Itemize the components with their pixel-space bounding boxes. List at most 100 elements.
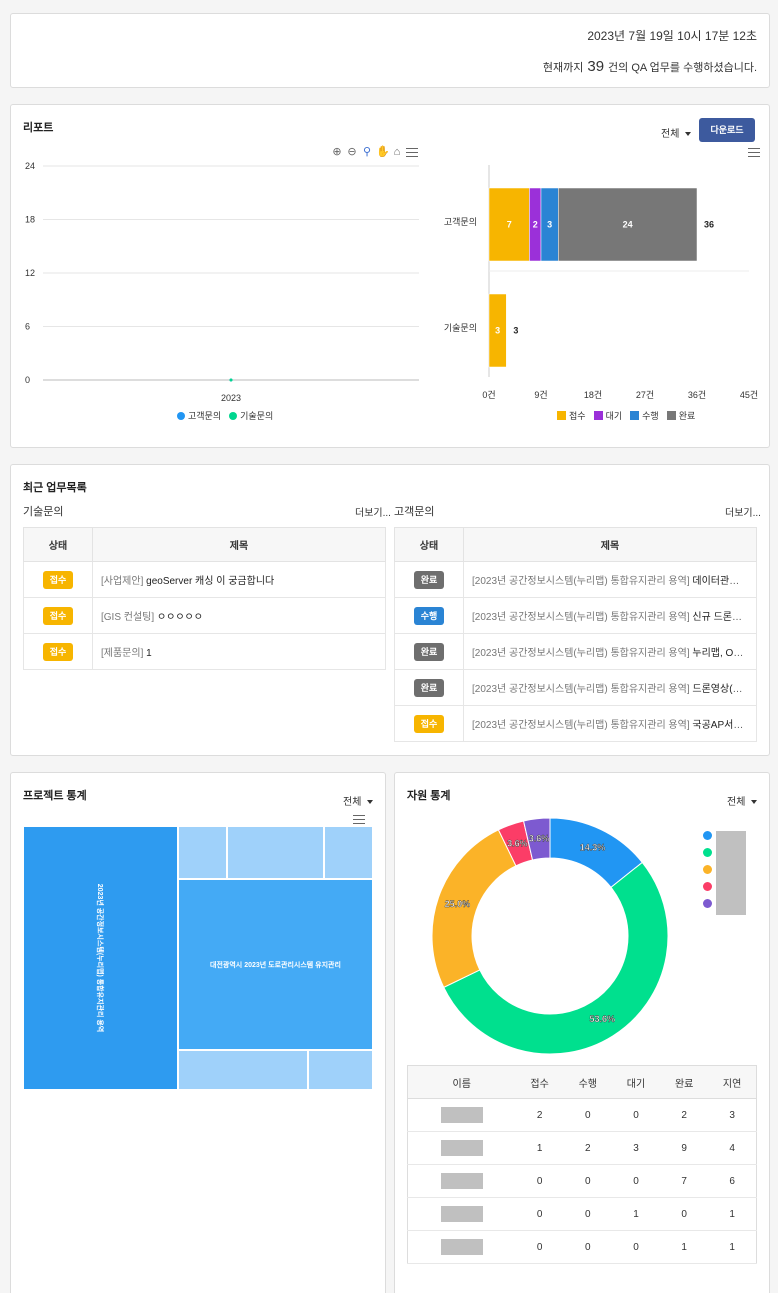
title-cell[interactable]: [사업제안] geoServer 캐싱 이 궁금합니다 [92,561,386,598]
summary-prefix: 현재까지 [542,62,584,74]
count-cell: 0 [660,1197,709,1231]
treemap-second-label: 대전광역시 2023년 도로관리시스템 유지관리 [210,961,341,969]
project-filter-select[interactable]: 전체 [343,793,374,808]
legend-item-waiting[interactable]: 대기 [593,409,622,422]
category-tag: [2023년 공간정보시스템(누리맵) 통합유지관리 용역] [472,576,690,587]
treemap-cell[interactable] [308,1050,373,1090]
recent-title: 최근 업무목록 [23,482,87,494]
legend-label: 수행 [642,411,659,421]
report-filter-select[interactable]: 전체 [661,125,692,140]
legend-dot[interactable] [703,882,712,891]
customer-more-link[interactable]: 더보기... [725,504,761,519]
redacted-name [440,1140,483,1156]
donut-slice-label: 14.3% [580,843,606,853]
legend-dot[interactable] [703,899,712,908]
count-cell: 2 [515,1098,564,1132]
report-filter-value: 전체 [661,129,680,140]
customer-inquiry-title: 고객문의 [394,506,435,518]
recent-tasks-card: 최근 업무목록 기술문의 더보기... 고객문의 더보기... 상태 제목 접수… [10,464,770,756]
legend-item-inprogress[interactable]: 수행 [630,409,659,422]
table-row[interactable]: 접수 [2023년 공간정보시스템(누리맵) 통합유지관리 용역] 국공AP서버 … [394,705,757,742]
status-cell: 접수 [23,633,93,670]
count-cell: 1 [515,1131,564,1165]
count-cell: 3 [611,1131,661,1165]
project-stats-title: 프로젝트 통계 [23,790,87,802]
chevron-down-icon [751,800,758,805]
tech-inquiry-title: 기술문의 [23,506,64,518]
redacted-name [440,1107,483,1123]
bar-value-label: 3 [495,326,500,336]
column-header: 지연 [708,1065,757,1099]
staff-stats-title: 자원 통계 [407,790,451,802]
table-row: 00011 [407,1230,757,1264]
legend-item-received[interactable]: 접수 [557,409,586,422]
table-row[interactable]: 완료 [2023년 공간정보시스템(누리맵) 통합유지관리 용역] 드론영상(1개… [394,669,757,706]
legend-item-done[interactable]: 완료 [666,409,696,422]
legend-dot [177,411,185,420]
qa-count: 39 [587,58,605,75]
table-row[interactable]: 접수 [GIS 컨설팅] ㅇㅇㅇㅇㅇ [23,597,386,634]
table-row: 00101 [407,1197,757,1231]
table-row[interactable]: 완료 [2023년 공간정보시스템(누리맵) 통합유지관리 용역] 누리맵, O2… [394,633,757,670]
x-tick-label: 27건 [636,390,654,400]
title-cell[interactable]: [2023년 공간정보시스템(누리맵) 통합유지관리 용역] 드론영상(1개) … [463,669,757,706]
staff-stats-table: 이름 접수 수행 대기 완료 지연 2002312394000760010100011 [407,1065,757,1264]
legend-dot[interactable] [703,865,712,874]
legend-item-tech[interactable]: 기술문의 [229,409,273,422]
legend-dot[interactable] [703,831,712,840]
title-cell[interactable]: [제품문의] 1 [92,633,386,670]
legend-dot[interactable] [703,848,712,857]
download-button[interactable]: 다운로드 [699,118,755,142]
treemap-cell[interactable] [178,826,227,879]
count-cell: 4 [708,1131,757,1165]
table-row: 00076 [407,1164,757,1198]
treemap-cell-main[interactable]: 2023년 공간정보시스템(누리맵) 통합유지관리 용역 [23,826,178,1090]
summary-suffix: 건의 QA 업무를 수행하셨습니다. [608,62,757,74]
category-tag: [사업제안] [101,576,144,587]
treemap-cell-second[interactable]: 대전광역시 2023년 도로관리시스템 유지관리 [178,879,373,1050]
tech-inquiry-table: 상태 제목 접수 [사업제안] geoServer 캐싱 이 궁금합니다 접수 [GI… [23,527,386,670]
count-cell: 7 [660,1164,709,1198]
count-cell: 0 [515,1164,564,1198]
title-cell[interactable]: [2023년 공간정보시스템(누리맵) 통합유지관리 용역] 신규 드론영상 .… [463,597,757,634]
tech-more-link[interactable]: 더보기... [355,504,391,519]
donut-slice-label: 3.6% [507,839,528,849]
count-cell: 0 [563,1098,612,1132]
title-cell[interactable]: [2023년 공간정보시스템(누리맵) 통합유지관리 용역] 데이터관리 쪽 .… [463,561,757,598]
y-tick-label: 12 [25,268,35,278]
legend-square [557,411,566,420]
bar-chart-legend: 접수 대기 수행 완료 [557,409,695,422]
category-tag: [2023년 공간정보시스템(누리맵) 통합유지관리 용역] [472,720,690,731]
table-row[interactable]: 접수 [사업제안] geoServer 캐싱 이 궁금합니다 [23,561,386,598]
treemap-menu-icon[interactable] [353,815,365,824]
table-row[interactable]: 접수 [제품문의] 1 [23,633,386,670]
count-cell: 0 [611,1230,661,1264]
table-row[interactable]: 수행 [2023년 공간정보시스템(누리맵) 통합유지관리 용역] 신규 드론영상… [394,597,757,634]
x-tick-label: 0건 [482,390,495,400]
treemap-cell[interactable] [227,826,324,879]
column-header-title: 제목 [463,527,757,562]
legend-label: 기술문의 [240,411,274,421]
status-badge: 완료 [414,642,444,661]
treemap-cell[interactable] [324,826,373,879]
legend-item-customer[interactable]: 고객문의 [177,409,221,422]
line-point-1[interactable] [229,378,233,382]
title-cell[interactable]: [2023년 공간정보시스템(누리맵) 통합유지관리 용역] 누리맵, O2Ma… [463,633,757,670]
donut-slice-label: 25.0% [445,899,471,909]
status-cell: 완료 [394,561,464,598]
category-tag: [2023년 공간정보시스템(누리맵) 통합유지관리 용역] [472,684,690,695]
donut-slice-label: 53.6% [589,1014,615,1024]
title-cell[interactable]: [2023년 공간정보시스템(누리맵) 통합유지관리 용역] 국공AP서버 Je… [463,705,757,742]
x-tick-label: 18건 [584,390,602,400]
row-title: geoServer 캐싱 이 궁금합니다 [146,576,275,587]
bar-value-label: 3 [547,220,552,230]
legend-label: 완료 [678,411,696,421]
treemap-cell[interactable] [178,1050,308,1090]
status-cell: 접수 [23,597,93,634]
x-tick-label: 36건 [688,390,706,400]
table-row[interactable]: 완료 [2023년 공간정보시스템(누리맵) 통합유지관리 용역] 데이터관리 쪽… [394,561,757,598]
status-badge: 수행 [414,606,444,625]
staff-filter-select[interactable]: 전체 [727,793,758,808]
status-cell: 접수 [394,705,464,742]
title-cell[interactable]: [GIS 컨설팅] ㅇㅇㅇㅇㅇ [92,597,386,634]
